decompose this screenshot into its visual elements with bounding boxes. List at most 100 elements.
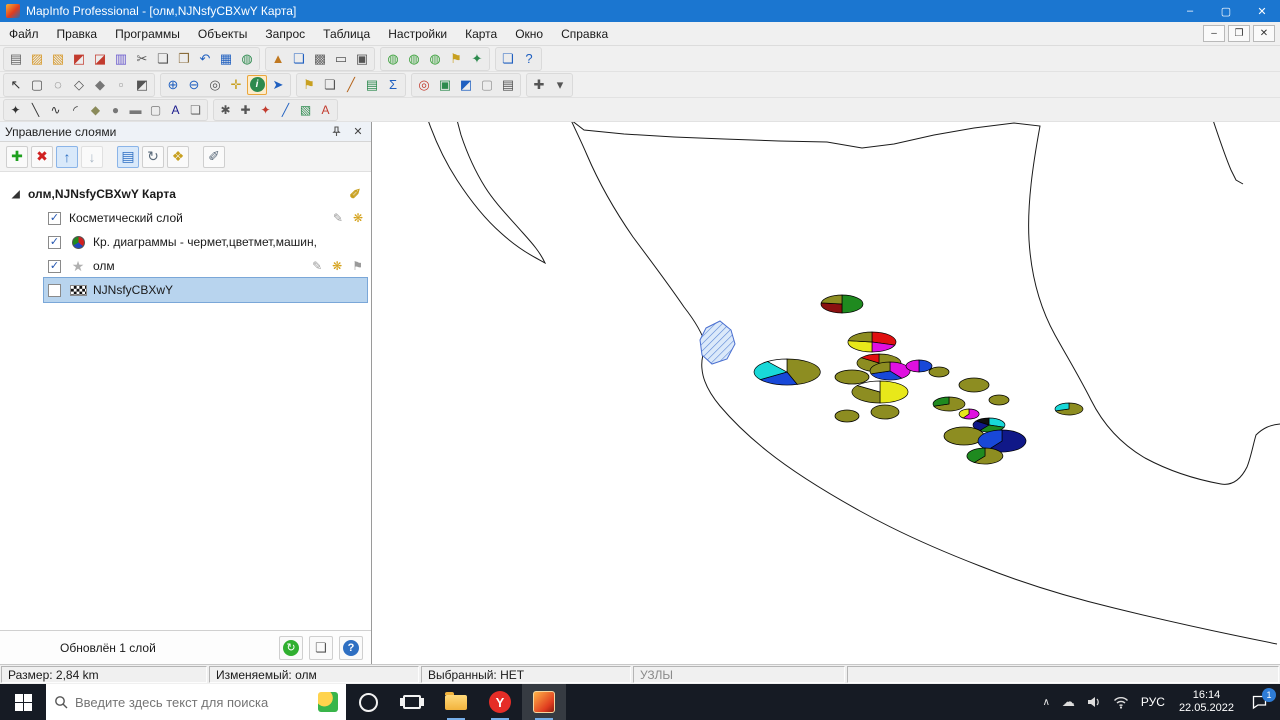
maximize-button[interactable]: ▢ — [1208, 0, 1244, 22]
map-pie-chart-7[interactable] — [929, 367, 949, 377]
onedrive-icon[interactable]: ☁ — [1056, 684, 1081, 720]
line-style-icon[interactable]: ╱ — [276, 101, 295, 119]
layout-designer-icon[interactable]: ❏ — [498, 49, 518, 69]
map-pie-chart-5[interactable] — [870, 362, 910, 380]
selected-region-hatched[interactable] — [700, 321, 735, 364]
geocode-icon[interactable]: ⚑ — [446, 49, 466, 69]
zoom-out-icon[interactable]: ⊖ — [184, 75, 204, 95]
labels-icon[interactable]: ❋ — [332, 259, 342, 273]
layer-visibility-checkbox[interactable]: ✓ — [48, 260, 61, 273]
status-editable[interactable]: Изменяемый: олм — [209, 666, 419, 683]
minimize-button[interactable]: – — [1172, 0, 1208, 22]
edit-icon[interactable]: ✎ — [312, 259, 322, 273]
taskbar-yandex-browser-button[interactable]: Y — [478, 684, 522, 720]
open-workspace-icon[interactable]: ▧ — [48, 49, 68, 69]
language-indicator[interactable]: РУС — [1135, 684, 1171, 720]
symbol-style-icon[interactable]: ✦ — [256, 101, 275, 119]
ruler-icon[interactable]: ╱ — [341, 75, 361, 95]
open-table-icon[interactable]: ▨ — [27, 49, 47, 69]
undo-icon[interactable]: ↶ — [195, 49, 215, 69]
panel-close-icon[interactable]: ✕ — [350, 124, 366, 140]
save-workspace-icon[interactable]: ◪ — [90, 49, 110, 69]
taskbar-task-view-button[interactable] — [390, 684, 434, 720]
menu-item-1[interactable]: Правка — [48, 23, 107, 45]
save-table-icon[interactable]: ◩ — [69, 49, 89, 69]
menu-item-5[interactable]: Таблица — [314, 23, 379, 45]
table-list-icon[interactable]: ▤ — [498, 75, 518, 95]
statistics-icon[interactable]: Σ — [383, 75, 403, 95]
mdi-minimize-button[interactable]: – — [1203, 25, 1225, 42]
radius-select-icon[interactable]: ◌ — [48, 75, 68, 95]
add-node-icon[interactable]: ✚ — [236, 101, 255, 119]
reshape-icon[interactable]: ✱ — [216, 101, 235, 119]
map-pie-chart-12[interactable] — [871, 405, 899, 419]
invert-selection-icon[interactable]: ◩ — [132, 75, 152, 95]
map-pie-chart-11[interactable] — [835, 410, 859, 422]
frame-tool-icon[interactable]: ❏ — [186, 101, 205, 119]
start-button[interactable] — [0, 684, 46, 720]
volume-icon[interactable] — [1081, 684, 1107, 720]
refresh-map-button[interactable]: ↻ — [279, 636, 303, 660]
menu-item-7[interactable]: Карта — [456, 23, 506, 45]
create-points-icon[interactable]: ✦ — [467, 49, 487, 69]
new-layer-window-button[interactable]: ❏ — [309, 636, 333, 660]
district-target-icon[interactable]: ◎ — [414, 75, 434, 95]
weather-icon[interactable] — [318, 692, 338, 712]
clock[interactable]: 16:14 22.05.2022 — [1171, 684, 1242, 720]
move-layer-up-button[interactable]: ↑ — [56, 146, 78, 168]
map-pie-chart-0[interactable] — [821, 295, 863, 313]
legend-icon[interactable]: ▤ — [362, 75, 382, 95]
cut-icon[interactable]: ✂ — [132, 49, 152, 69]
new-mapper-icon[interactable]: ◍ — [237, 49, 257, 69]
label-icon[interactable]: ⚑ — [299, 75, 319, 95]
menu-item-9[interactable]: Справка — [552, 23, 617, 45]
zoom-in-icon[interactable]: ⊕ — [163, 75, 183, 95]
open-wms-icon[interactable]: ◍ — [383, 49, 403, 69]
taskbar-cortana-button[interactable] — [346, 684, 390, 720]
open-tile-server-icon[interactable]: ◍ — [425, 49, 445, 69]
taskbar-search-input[interactable] — [75, 695, 311, 710]
map-pie-chart-19[interactable] — [1055, 403, 1083, 415]
refresh-layers-button[interactable]: ↻ — [142, 146, 164, 168]
hotlink-icon[interactable]: ➤ — [268, 75, 288, 95]
symbol-tool-icon[interactable]: ✦ — [6, 101, 25, 119]
close-button[interactable]: ✕ — [1244, 0, 1280, 22]
map-pie-chart-1[interactable] — [848, 332, 896, 352]
pin-icon[interactable] — [328, 124, 344, 140]
select-all-layers-button[interactable]: ▤ — [117, 146, 139, 168]
change-zoom-icon[interactable]: ◎ — [205, 75, 225, 95]
layer-visibility-checkbox[interactable] — [48, 284, 61, 297]
menu-item-2[interactable]: Программы — [106, 23, 189, 45]
notification-center-button[interactable]: 1 — [1242, 684, 1276, 720]
line-tool-icon[interactable]: ╲ — [26, 101, 45, 119]
layer-row-0[interactable]: ✓Косметический слой✎❋ — [44, 206, 367, 230]
map-pie-chart-13[interactable] — [933, 397, 965, 411]
clip-off-icon[interactable]: ▢ — [477, 75, 497, 95]
move-layer-down-button[interactable]: ↓ — [81, 146, 103, 168]
polygon-tool-icon[interactable]: ◆ — [86, 101, 105, 119]
arc-tool-icon[interactable]: ◜ — [66, 101, 85, 119]
map-pie-chart-4[interactable] — [835, 370, 869, 384]
status-nodes-toggle[interactable]: УЗЛЫ — [633, 666, 845, 683]
select-icon[interactable]: ↖ — [6, 75, 26, 95]
boundary-select-icon[interactable]: ◆ — [90, 75, 110, 95]
new-grapher-icon[interactable]: ▲ — [268, 49, 288, 69]
layer-tree-root[interactable]: ◢ олм,NJNsfyCBXwY Карта ✐ — [0, 182, 371, 206]
map-pie-chart-3[interactable] — [754, 359, 820, 385]
new-redistricter-icon[interactable]: ▩ — [310, 49, 330, 69]
taskbar-file-explorer-button[interactable] — [434, 684, 478, 720]
open-wfs-icon[interactable]: ◍ — [404, 49, 424, 69]
layer-row-1[interactable]: ✓Кр. диаграммы - чермет,цветмет,машин, — [44, 230, 367, 254]
drag-map-window-icon[interactable]: ❏ — [320, 75, 340, 95]
menu-item-6[interactable]: Настройки — [379, 23, 456, 45]
map-pie-chart-8[interactable] — [852, 381, 908, 403]
clip-region-icon[interactable]: ◩ — [456, 75, 476, 95]
edit-icon[interactable]: ✎ — [333, 211, 343, 225]
assign-district-icon[interactable]: ▣ — [435, 75, 455, 95]
map-pie-chart-14[interactable] — [959, 409, 979, 419]
new-layouter-icon[interactable]: ❏ — [289, 49, 309, 69]
remove-layer-button[interactable]: ✖ — [31, 146, 53, 168]
map-pie-chart-18[interactable] — [967, 448, 1003, 464]
paste-icon[interactable]: ❐ — [174, 49, 194, 69]
hidden-icons-chevron-icon[interactable]: ∧ — [1037, 684, 1056, 720]
